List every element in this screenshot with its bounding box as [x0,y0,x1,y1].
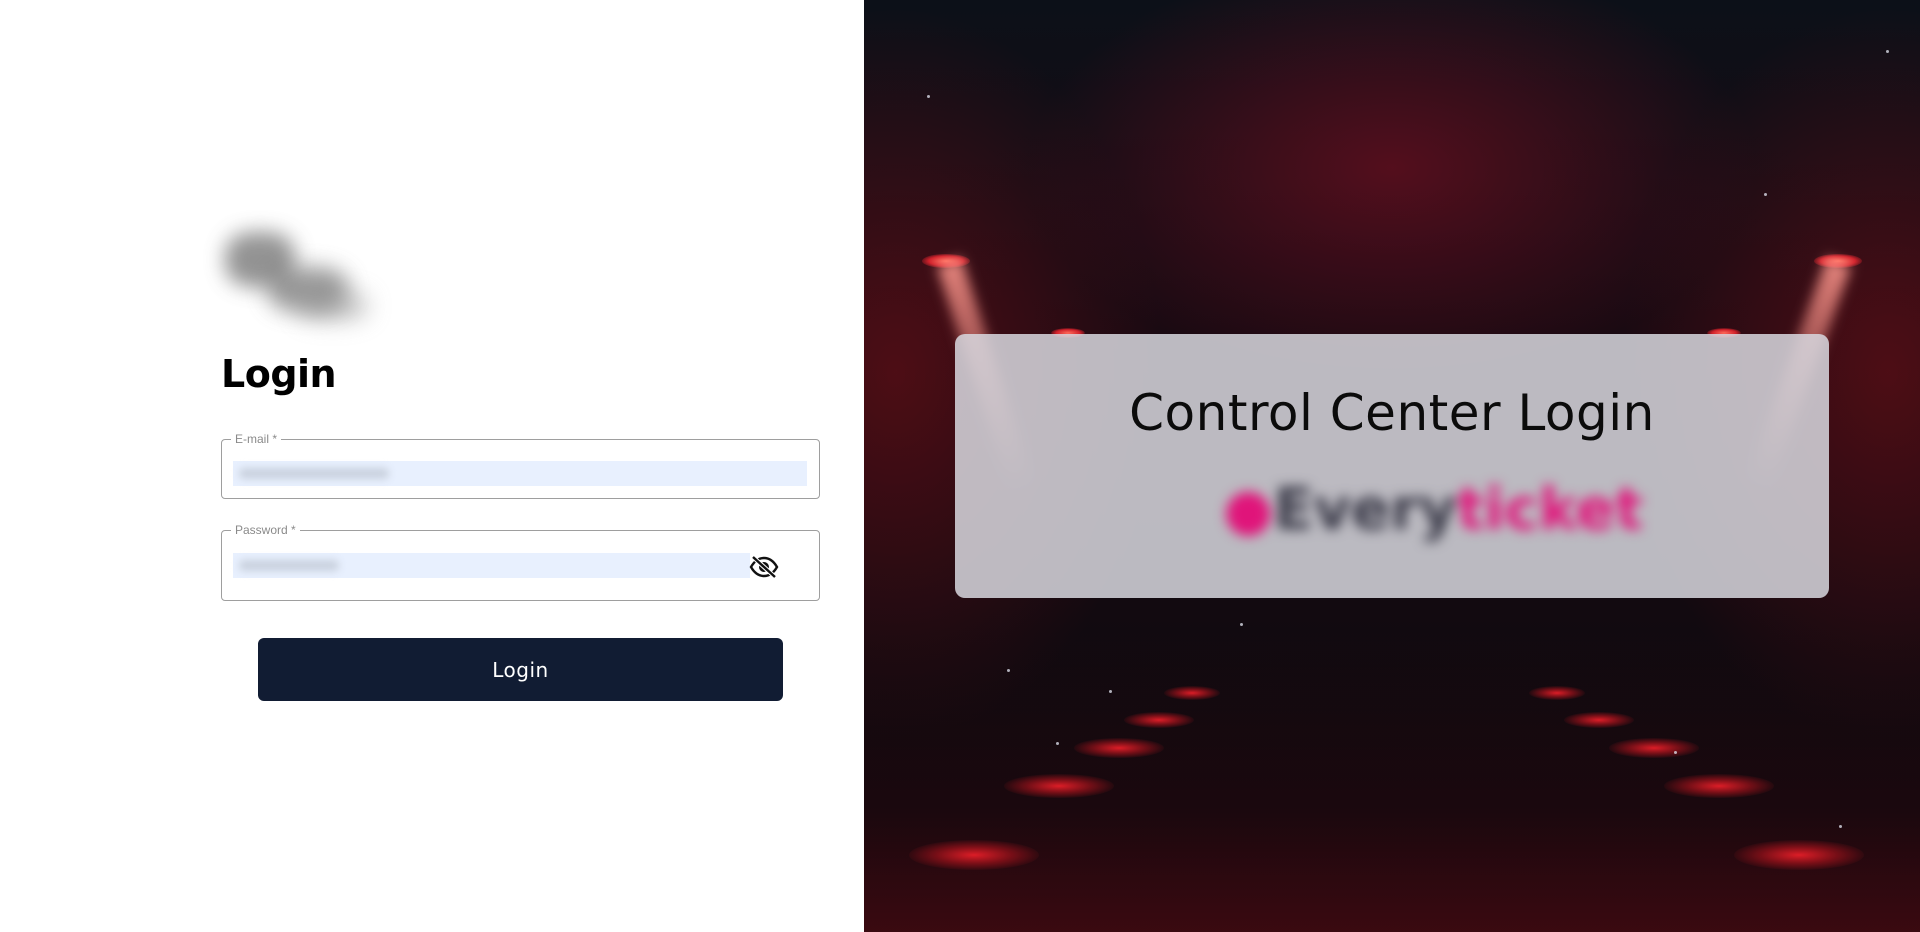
password-input[interactable] [233,553,750,578]
sparkle [927,95,930,98]
sparkle [1886,50,1889,53]
email-field: E-mail * [221,432,820,499]
floor-spot [1164,686,1220,700]
brand-logo-part: ticket [1456,475,1643,543]
email-input[interactable] [233,461,807,486]
password-label: Password * [231,523,300,537]
floor-spot [1564,712,1634,728]
floor-spot [1124,712,1194,728]
password-value-blurred [239,560,339,571]
floor-spot [1004,774,1114,798]
brand-logo-part: Every [1273,475,1457,543]
brand-logo-mark: ● [1223,475,1274,543]
sparkle [1839,825,1842,828]
floor-spot [1529,686,1585,700]
eye-off-icon[interactable] [749,555,779,579]
sparkle [1764,193,1767,196]
password-field: Password * [221,523,820,601]
login-page: Login E-mail * Password * Login Control … [0,0,1920,932]
login-form-panel: Login E-mail * Password * Login [0,0,864,932]
sparkle [1240,623,1243,626]
sparkle [1007,669,1010,672]
sparkle [1056,742,1059,745]
email-label: E-mail * [231,432,282,446]
brand-logo: ●Everyticket [1223,474,1643,544]
login-button[interactable]: Login [258,638,783,701]
floor-spot [1074,738,1164,758]
logo-blur-part [298,292,368,320]
hero-panel: Control Center Login ●Everyticket [864,0,1920,932]
floor-spot [1664,774,1774,798]
page-title: Login [221,352,337,396]
login-hero-card: Control Center Login ●Everyticket [955,334,1829,598]
floor-spot [909,840,1039,870]
sparkle [1674,751,1677,754]
floor-spot [1734,840,1864,870]
sparkle [1109,690,1112,693]
company-logo [213,222,383,327]
card-title: Control Center Login [1129,384,1655,442]
floor-spot [1609,738,1699,758]
email-value-blurred [239,468,389,479]
